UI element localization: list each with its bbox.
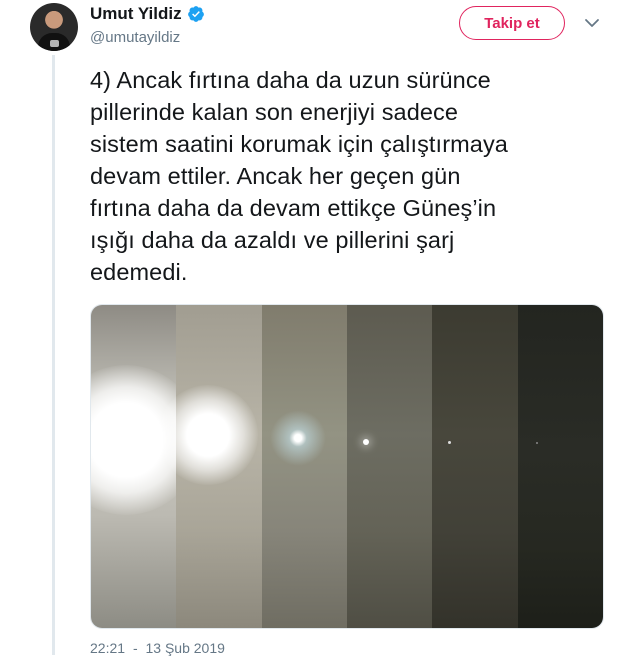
sky-panel-1 (91, 305, 202, 628)
author-name-row[interactable]: Umut Yildiz (90, 4, 205, 24)
tweet-text: 4) Ancak fırtına daha da uzun sürünce pi… (90, 64, 610, 288)
chevron-down-icon[interactable] (583, 16, 601, 30)
author-display-name[interactable]: Umut Yildiz (90, 4, 182, 24)
tweet-text-line: ışığı daha da azaldı ve pillerini şarj (90, 227, 455, 253)
author-handle[interactable]: @umutayildiz (90, 29, 180, 46)
tweet-timestamp[interactable]: 22:21 - 13 Şub 2019 (90, 640, 225, 656)
timestamp-separator: - (132, 640, 138, 656)
tweet-text-line: pillerinde kalan son enerjiyi sadece (90, 99, 459, 125)
follow-button[interactable]: Takip et (459, 6, 565, 40)
tweet-text-line: fırtına daha da devam ettikçe Güneş’in (90, 195, 497, 221)
tweet-media-image[interactable] (90, 304, 604, 629)
tweet-time: 22:21 (90, 640, 126, 656)
avatar[interactable] (30, 3, 78, 51)
avatar-shirt-print (50, 40, 59, 47)
tweet-date: 13 Şub 2019 (145, 640, 225, 656)
sky-panel-2 (158, 305, 262, 628)
verified-badge-icon (187, 6, 204, 22)
sky-panel-5 (432, 305, 518, 628)
sky-panel-4 (346, 305, 433, 628)
sky-panel-6 (517, 305, 603, 628)
tweet-text-line: sistem saatini korumak için çalıştırmaya (90, 131, 508, 157)
tweet-text-line: edemedi. (90, 259, 188, 285)
sky-panel-3 (261, 305, 347, 628)
tweet-text-line: 4) Ancak fırtına daha da uzun sürünce (90, 67, 491, 93)
tweet-text-line: devam ettiler. Ancak her geçen gün (90, 163, 461, 189)
thread-line (52, 55, 55, 655)
